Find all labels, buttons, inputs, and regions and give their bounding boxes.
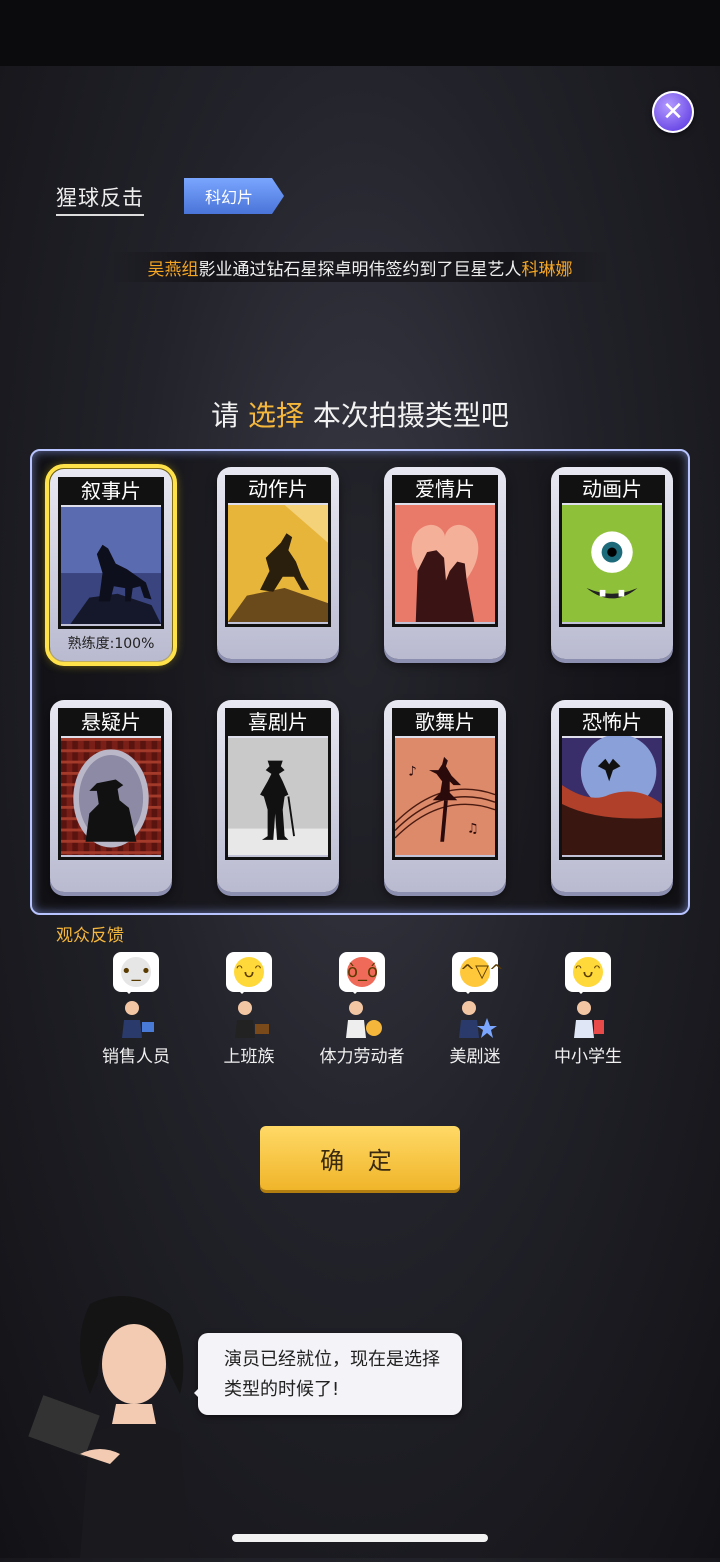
salesperson-avatar-icon bbox=[114, 998, 158, 1038]
audience-name: 上班族 bbox=[223, 1047, 275, 1067]
genre-card-musical[interactable]: 歌舞片 ♪ ♫ bbox=[384, 700, 506, 892]
genre-card-action[interactable]: 动作片 bbox=[217, 467, 339, 659]
genre-label: 恐怖片 bbox=[559, 708, 665, 736]
couple-heart-icon bbox=[392, 503, 498, 627]
audience-drama-fan: ^▽^ 美剧迷 bbox=[425, 952, 525, 1067]
martial-artist-icon bbox=[225, 503, 331, 627]
prompt-post: 本次拍摄类型吧 bbox=[304, 399, 509, 432]
chaplin-silhouette-icon bbox=[225, 736, 331, 860]
reaction-bubble: ^▽^ bbox=[452, 952, 504, 994]
movie-title: 猩球反击 bbox=[56, 182, 144, 216]
news-studio: 吴燕组 bbox=[147, 259, 199, 280]
one-eyed-monster-icon bbox=[559, 503, 665, 627]
laborer-avatar-icon bbox=[340, 998, 384, 1038]
angry-face-icon: ò_ó bbox=[347, 957, 378, 987]
genre-label: 爱情片 bbox=[392, 475, 498, 503]
laughing-face-icon: ^▽^ bbox=[460, 957, 504, 987]
haunted-moon-bat-icon bbox=[559, 736, 665, 860]
close-icon: ✕ bbox=[662, 97, 684, 127]
happy-face-icon: ᵔᴗᵔ bbox=[573, 957, 603, 987]
genre-card-horror[interactable]: 恐怖片 bbox=[551, 700, 673, 892]
audience-office-worker: ᵔᴗᵔ 上班族 bbox=[199, 952, 299, 1067]
prompt-accent: 选择 bbox=[247, 399, 304, 432]
news-text: 影业通过钻石星探卓明伟签约到了巨星艺人 bbox=[198, 259, 522, 280]
audience-name: 美剧迷 bbox=[449, 1047, 501, 1067]
prompt-pre: 请 bbox=[211, 399, 248, 432]
genre-card-comedy[interactable]: 喜剧片 bbox=[217, 700, 339, 892]
svg-text:♫: ♫ bbox=[467, 821, 479, 836]
genre-label: 歌舞片 bbox=[392, 708, 498, 736]
audience-student: ᵔᴗᵔ 中小学生 bbox=[538, 952, 638, 1067]
audience-name: 体力劳动者 bbox=[319, 1047, 405, 1067]
genre-panel: 叙事片 熟练度:100% 动作片 爱情片 动画片 悬疑片 喜剧片 歌舞片 ♪ ♫… bbox=[30, 449, 690, 915]
audience-name: 中小学生 bbox=[554, 1047, 622, 1067]
audience-laborer: ò_ó 体力劳动者 bbox=[312, 952, 412, 1067]
dialog-bubble: 演员已经就位，现在是选择类型的时候了! bbox=[194, 1333, 462, 1415]
close-button[interactable]: ✕ bbox=[652, 91, 694, 133]
genre-label: 叙事片 bbox=[58, 477, 164, 505]
selection-prompt: 请 选择 本次拍摄类型吧 bbox=[0, 394, 720, 434]
drama-fan-avatar-icon bbox=[453, 998, 497, 1038]
detective-silhouette-icon bbox=[58, 736, 164, 860]
genre-label: 动作片 bbox=[225, 475, 331, 503]
proficiency-label: 熟练度:100% bbox=[67, 636, 155, 652]
genre-tag: 科幻片 bbox=[184, 178, 284, 214]
genre-card-narrative[interactable]: 叙事片 熟练度:100% bbox=[45, 464, 177, 666]
audience-feedback-label: 观众反馈 bbox=[56, 926, 124, 946]
audience-name: 销售人员 bbox=[102, 1047, 170, 1067]
top-bar bbox=[0, 0, 720, 66]
wolf-silhouette-icon bbox=[58, 505, 164, 629]
reaction-bubble: ᵔᴗᵔ bbox=[226, 952, 272, 994]
genre-card-animation[interactable]: 动画片 bbox=[551, 467, 673, 659]
audience-sales: •_• 销售人员 bbox=[86, 952, 186, 1067]
home-indicator[interactable] bbox=[232, 1534, 488, 1542]
confirm-button[interactable]: 确 定 bbox=[260, 1126, 460, 1190]
office-worker-avatar-icon bbox=[227, 998, 271, 1038]
genre-card-romance[interactable]: 爱情片 bbox=[384, 467, 506, 659]
ballerina-silhouette-icon: ♪ ♫ bbox=[392, 736, 498, 860]
genre-label: 悬疑片 bbox=[58, 708, 164, 736]
genre-label: 喜剧片 bbox=[225, 708, 331, 736]
student-avatar-icon bbox=[566, 998, 610, 1038]
reaction-bubble: ò_ó bbox=[339, 952, 385, 994]
news-star: 科琳娜 bbox=[521, 259, 573, 280]
happy-face-icon: ᵔᴗᵔ bbox=[234, 957, 264, 987]
assistant-character bbox=[20, 1284, 200, 1558]
genre-card-mystery[interactable]: 悬疑片 bbox=[50, 700, 172, 892]
reaction-bubble: •_• bbox=[113, 952, 159, 994]
reaction-bubble: ᵔᴗᵔ bbox=[565, 952, 611, 994]
genre-label: 动画片 bbox=[559, 475, 665, 503]
neutral-face-icon: •_• bbox=[121, 957, 151, 987]
news-ticker: 吴燕组 影业通过钻石星探卓明伟签约到了巨星艺人 科琳娜 bbox=[110, 252, 610, 282]
svg-text:♪: ♪ bbox=[408, 765, 416, 780]
